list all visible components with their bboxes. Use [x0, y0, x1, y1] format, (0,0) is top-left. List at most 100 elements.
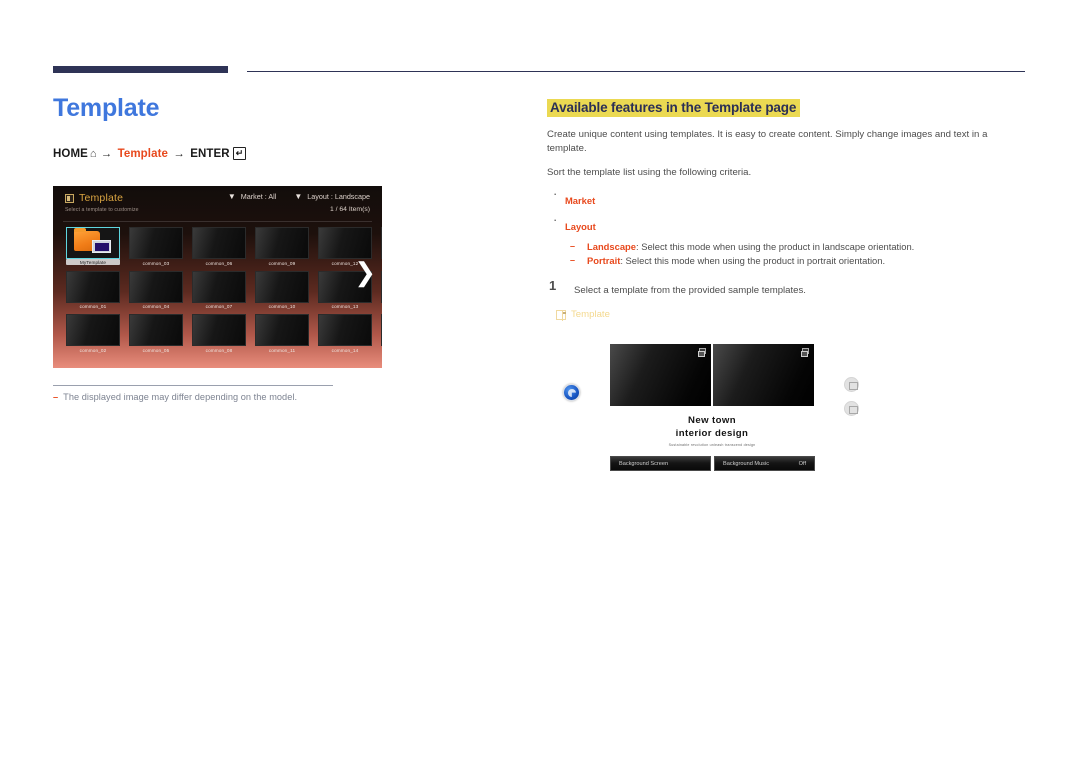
template-grid: MyTemplate common_03 common_06 common_09… — [66, 227, 382, 358]
criteria-label: Market — [565, 195, 596, 207]
enter-key-icon: ↵ — [232, 146, 247, 160]
layout-sub-list: Landscape: Select this mode when using t… — [565, 241, 1027, 266]
step-1: 1 Select a template from the provided sa… — [547, 278, 1027, 298]
template-cell[interactable]: common_11 — [255, 314, 309, 353]
background-music-button[interactable]: Background Music Off — [714, 456, 815, 471]
breadcrumb-template: Template — [117, 147, 168, 160]
breadcrumb-arrow-2: → — [173, 147, 185, 160]
left-column: Template HOME ⌂ → Template → ENTER ↵ — [53, 94, 513, 161]
header-rule-thin — [247, 71, 1025, 73]
template-cell[interactable]: common_16 — [381, 270, 382, 310]
criteria-label: Layout — [565, 221, 596, 233]
intro-paragraph-1: Create unique content using templates. I… — [547, 129, 988, 155]
layout-option-portrait: Portrait: Select this mode when using th… — [565, 255, 1027, 266]
preview-title-line2: interior design — [675, 428, 749, 439]
template-thumbnail — [66, 314, 120, 346]
tv-divider — [63, 221, 372, 222]
chevron-down-icon: ▼ — [294, 191, 303, 201]
layout-option-label: Landscape — [587, 241, 636, 253]
filter-layout[interactable]: ▼ Layout : Landscape — [294, 192, 370, 201]
template-cell[interactable]: common_03 — [129, 227, 183, 266]
tv-item-count: 1 / 64 Item(s) — [329, 206, 370, 213]
image-placeholder-icon — [800, 348, 809, 357]
template-cell[interactable]: common_14 — [318, 314, 372, 353]
preview-panel-left[interactable] — [610, 344, 711, 406]
note-dash: – — [53, 392, 59, 402]
template-cell[interactable]: common_08 — [192, 314, 246, 353]
filter-market[interactable]: ▼ Market : All — [228, 192, 276, 201]
layout-option-landscape: Landscape: Select this mode when using t… — [565, 241, 1027, 252]
background-screen-button[interactable]: Background Screen — [610, 456, 711, 471]
criteria-list: Market Layout Landscape: Select this mod… — [547, 187, 1027, 266]
template-cell-label: common_17 — [381, 348, 382, 353]
preview-title-line1: New town — [688, 415, 736, 426]
template-cell-label: common_10 — [268, 304, 296, 309]
template-cell[interactable]: common_07 — [192, 270, 246, 309]
preview-description: Sustainable revolution unleash transcend… — [668, 443, 756, 447]
tv-filter-group: ▼ Market : All ▼ Layout : Landscape — [228, 192, 370, 201]
preview-panel-group — [610, 344, 814, 406]
template-grid-row: common_01 common_04 common_07 common_10 … — [66, 270, 382, 310]
template-cell-label: common_03 — [142, 260, 170, 266]
template-cell[interactable]: common_05 — [129, 314, 183, 353]
template-caption-text: Template — [571, 309, 610, 320]
breadcrumb-home: HOME — [53, 147, 88, 160]
play-panel-icon[interactable] — [844, 377, 859, 392]
template-cell-label: common_09 — [268, 260, 296, 266]
template-thumbnail — [192, 227, 246, 259]
criteria-item-market: Market — [547, 187, 1027, 209]
background-music-value: Off — [798, 460, 806, 467]
template-cell[interactable]: common_10 — [255, 270, 309, 309]
breadcrumb-arrow-1: → — [100, 147, 113, 160]
template-cell-label: common_04 — [142, 304, 170, 309]
template-thumbnail — [192, 270, 246, 303]
page-root: Template HOME ⌂ → Template → ENTER ↵ Templa… — [0, 0, 1080, 763]
template-cell[interactable]: common_04 — [129, 270, 183, 309]
template-thumbnail — [255, 270, 309, 303]
layout-option-text: : Select this mode when using the produc… — [635, 241, 915, 253]
template-thumbnail — [255, 314, 309, 346]
template-thumbnail — [381, 227, 382, 259]
template-cell-label: common_07 — [205, 304, 233, 309]
template-thumbnail — [129, 227, 183, 259]
home-icon: ⌂ — [89, 147, 97, 160]
template-cell[interactable]: common_02 — [66, 314, 120, 353]
template-cell-mytemplate[interactable]: MyTemplate — [66, 227, 120, 266]
picture-shape — [92, 240, 111, 253]
template-cell-label: common_15 — [381, 261, 382, 266]
next-page-arrow-icon[interactable]: ❯ — [354, 259, 376, 285]
template-thumbnail — [192, 314, 246, 346]
template-preview-screenshot: New town interior design Sustainable rev… — [552, 333, 882, 483]
rotate-icon[interactable] — [563, 384, 580, 401]
template-cell[interactable]: common_15 — [381, 227, 382, 266]
template-cell[interactable]: common_17 — [381, 314, 382, 353]
tv-header: Template Select a template to customize … — [53, 186, 382, 220]
template-cell[interactable]: common_01 — [66, 270, 120, 309]
template-thumbnail — [66, 270, 120, 303]
template-thumbnail — [129, 270, 183, 303]
template-cell[interactable]: common_09 — [255, 227, 309, 266]
preview-panel-right[interactable] — [713, 344, 814, 406]
template-cell-label: common_06 — [205, 260, 233, 266]
background-music-label: Background Music — [723, 460, 770, 467]
note-divider — [53, 385, 333, 386]
layout-option-label: Portrait — [587, 255, 621, 267]
template-thumbnail — [381, 270, 382, 303]
tv-subtitle: Select a template to customize — [65, 207, 139, 213]
filter-market-label: Market : All — [240, 192, 277, 201]
tv-title: Template — [79, 192, 124, 204]
step-number: 1 — [549, 278, 557, 294]
save-panel-icon[interactable] — [844, 401, 859, 416]
template-thumbnail — [129, 314, 183, 346]
filter-layout-label: Layout : Landscape — [307, 192, 370, 201]
template-cell-label: common_01 — [79, 304, 107, 309]
template-cell-label: common_02 — [79, 347, 107, 353]
template-cell-label: MyTemplate — [66, 259, 120, 265]
screenshot-note: – The displayed image may differ dependin… — [53, 392, 473, 402]
template-cell-label: common_16 — [381, 304, 382, 309]
right-column: Available features in the Template page … — [547, 99, 1027, 298]
template-cell-label: common_13 — [331, 304, 359, 309]
template-icon — [65, 193, 74, 203]
template-cell[interactable]: common_06 — [192, 227, 246, 266]
template-grid-row: common_02 common_05 common_08 common_11 … — [66, 314, 382, 353]
